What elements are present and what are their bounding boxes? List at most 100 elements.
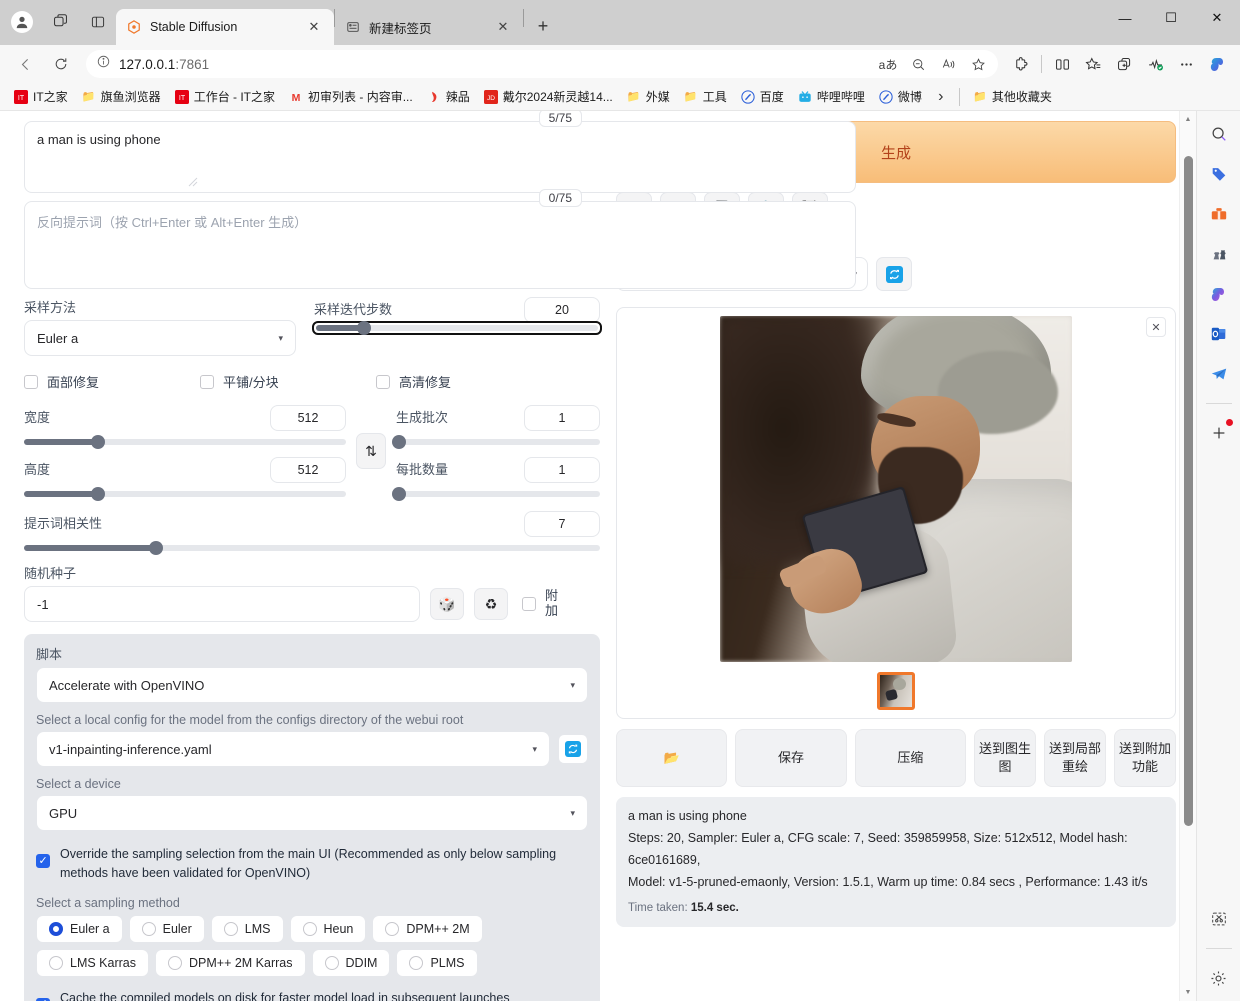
radio-icon[interactable] (49, 921, 63, 936)
override-sampling-checkbox[interactable]: Override the sampling selection from the… (36, 845, 588, 884)
radio-icon[interactable] (409, 955, 424, 970)
send-to-img2img-button[interactable]: 送到图生图 (973, 729, 1036, 787)
config-refresh-button[interactable] (558, 734, 588, 764)
bookmark-item[interactable]: 辣品 (421, 86, 475, 107)
radio-lms[interactable]: LMS (210, 914, 284, 943)
radio-icon[interactable] (324, 955, 339, 970)
styles-refresh-button[interactable] (876, 257, 912, 291)
copilot-icon[interactable] (1202, 49, 1232, 79)
close-icon[interactable]: ✕ (1146, 317, 1166, 337)
height-value[interactable]: 512 (270, 457, 346, 483)
radio-euler[interactable]: Euler (128, 914, 205, 943)
open-folder-button[interactable]: 📂 (616, 729, 728, 787)
address-bar[interactable]: 127.0.0.1:7861 aあ (86, 50, 998, 78)
games-icon[interactable] (1204, 239, 1234, 269)
batch-size-value[interactable]: 1 (524, 457, 600, 483)
checkbox-icon[interactable] (36, 854, 50, 868)
batch-count-value[interactable]: 1 (524, 405, 600, 431)
device-dropdown[interactable]: GPU ▾ (36, 795, 588, 831)
browser-tab-active[interactable]: Stable Diffusion ✕ (116, 9, 334, 45)
zoom-out-icon[interactable] (904, 52, 932, 76)
scrollbar-thumb[interactable] (1184, 156, 1193, 826)
result-thumbnail[interactable] (877, 672, 915, 710)
zip-button[interactable]: 压缩 (854, 729, 966, 787)
info-icon[interactable] (96, 54, 111, 74)
close-icon[interactable]: ✕ (304, 17, 324, 37)
cfg-value[interactable]: 7 (524, 511, 600, 537)
checkbox-icon[interactable] (376, 374, 390, 389)
bookmark-item[interactable]: 📁 工具 (678, 86, 732, 107)
config-dropdown[interactable]: v1-inpainting-inference.yaml ▾ (36, 731, 550, 767)
checkbox-icon[interactable] (522, 597, 536, 611)
bookmark-item[interactable]: 百度 (735, 86, 789, 107)
sidebar-toggle-icon[interactable] (80, 5, 116, 39)
more-options-icon[interactable] (1171, 49, 1201, 79)
generated-image[interactable] (720, 316, 1072, 662)
extra-seed-checkbox[interactable]: 附加 (522, 588, 561, 619)
positive-prompt-input[interactable]: a man is using phone (24, 121, 856, 193)
back-button[interactable] (8, 49, 42, 79)
add-tab-group-icon[interactable] (1109, 49, 1139, 79)
bookmark-item[interactable]: 哔哩哔哩 (792, 86, 870, 107)
radio-plms[interactable]: PLMS (396, 948, 478, 977)
batch-count-slider[interactable] (392, 435, 600, 449)
script-dropdown[interactable]: Accelerate with OpenVINO ▾ (36, 667, 588, 703)
favorite-star-icon[interactable] (964, 52, 992, 76)
swap-dimensions-icon[interactable]: ⇅ (356, 433, 386, 469)
dice-icon[interactable]: 🎲 (430, 588, 464, 620)
width-slider[interactable] (24, 435, 346, 449)
radio-lms-karras[interactable]: LMS Karras (36, 948, 149, 977)
split-screen-icon[interactable] (1047, 49, 1077, 79)
minimize-button[interactable]: — (1102, 0, 1148, 36)
sampler-dropdown[interactable]: Euler a ▾ (24, 320, 296, 356)
telegram-icon[interactable] (1204, 359, 1234, 389)
batch-size-slider[interactable] (392, 487, 600, 501)
browser-essentials-icon[interactable] (1140, 49, 1170, 79)
hires-fix-checkbox[interactable]: 高清修复 (376, 372, 451, 391)
restore-faces-checkbox[interactable]: 面部修复 (24, 372, 200, 391)
height-slider[interactable] (24, 487, 346, 501)
settings-gear-icon[interactable] (1204, 963, 1234, 993)
radio-heun[interactable]: Heun (289, 914, 367, 943)
bookmark-item[interactable]: 📁 外媒 (621, 86, 675, 107)
steps-value[interactable]: 20 (524, 297, 600, 323)
radio-icon[interactable] (385, 921, 400, 936)
radio-dpmpp-2m[interactable]: DPM++ 2M (372, 914, 483, 943)
resize-grip-icon[interactable] (188, 177, 198, 187)
negative-prompt-input[interactable]: 反向提示词（按 Ctrl+Enter 或 Alt+Enter 生成） (24, 201, 856, 289)
radio-icon[interactable] (223, 921, 238, 936)
page-scrollbar[interactable]: ▲ ▼ (1179, 111, 1196, 1001)
collections-icon[interactable] (1078, 49, 1108, 79)
reload-button[interactable] (44, 49, 78, 79)
snip-icon[interactable] (1204, 904, 1234, 934)
toolbox-icon[interactable] (1204, 199, 1234, 229)
close-window-button[interactable]: ✕ (1194, 0, 1240, 36)
extensions-icon[interactable] (1006, 49, 1036, 79)
bookmark-item[interactable]: 微博 (873, 86, 927, 107)
tag-icon[interactable] (1204, 159, 1234, 189)
bookmark-item[interactable]: IT IT之家 (8, 86, 73, 107)
send-to-extras-button[interactable]: 送到附加功能 (1113, 729, 1176, 787)
radio-dpmpp-2m-karras[interactable]: DPM++ 2M Karras (155, 948, 306, 977)
scroll-down-arrow[interactable]: ▼ (1180, 984, 1196, 1001)
browser-tab-newtab[interactable]: 新建标签页 ✕ (335, 9, 523, 45)
bookmark-item[interactable]: 📁 旗鱼浏览器 (76, 86, 166, 107)
read-aloud-icon[interactable] (934, 52, 962, 76)
cfg-slider[interactable] (24, 541, 600, 555)
search-icon[interactable] (1204, 119, 1234, 149)
copilot-icon[interactable] (1204, 279, 1234, 309)
radio-ddim[interactable]: DDIM (311, 948, 391, 977)
checkbox-icon[interactable] (200, 374, 214, 389)
checkbox-icon[interactable] (24, 374, 38, 389)
steps-slider[interactable] (312, 321, 602, 335)
seed-input[interactable]: -1 (24, 586, 420, 622)
radio-icon[interactable] (49, 955, 63, 970)
add-icon[interactable] (1204, 418, 1234, 448)
radio-icon[interactable] (168, 955, 182, 970)
close-icon[interactable]: ✕ (493, 17, 513, 37)
maximize-button[interactable]: ☐ (1148, 0, 1194, 36)
radio-icon[interactable] (141, 921, 156, 936)
profile-button[interactable] (4, 5, 40, 39)
bookmark-item[interactable]: IT 工作台 - IT之家 (169, 86, 280, 107)
other-bookmarks-item[interactable]: 📁 其他收藏夹 (967, 86, 1057, 107)
